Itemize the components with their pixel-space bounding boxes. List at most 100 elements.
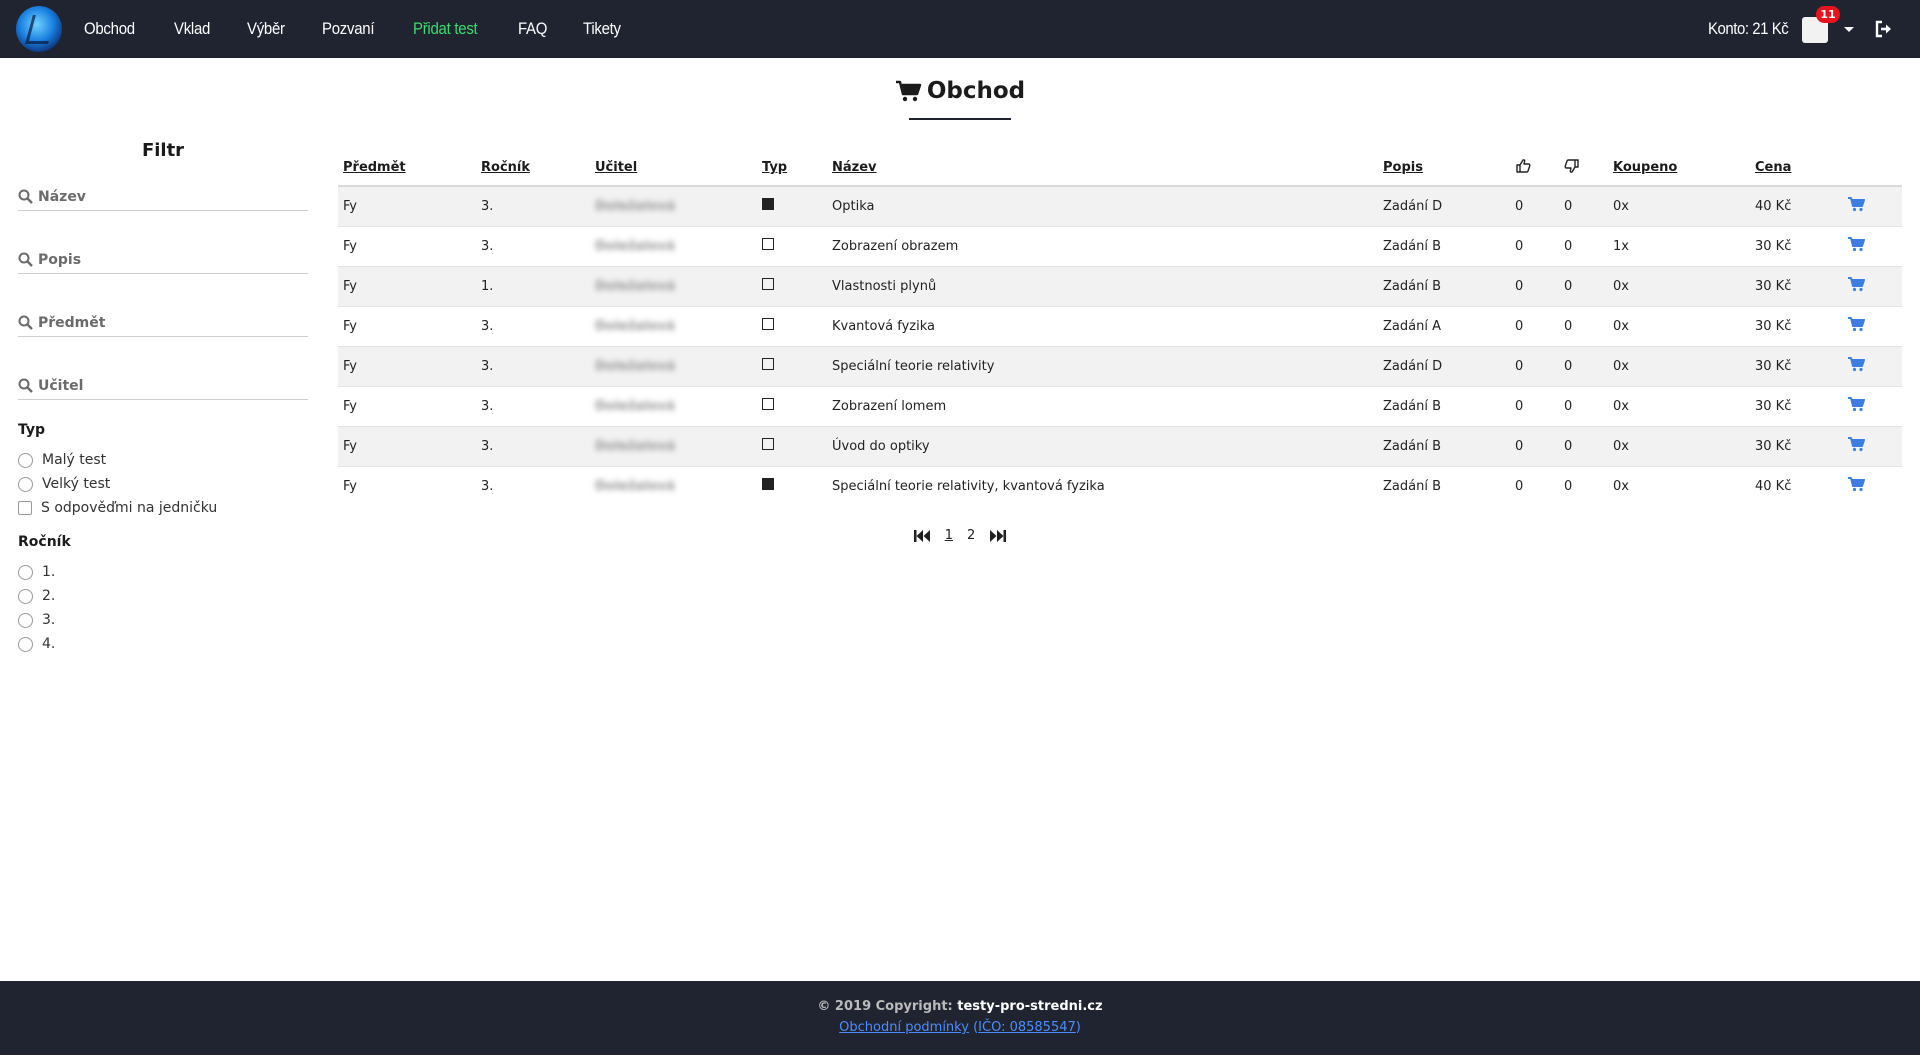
col-header-price[interactable]: Cena xyxy=(1750,150,1842,187)
answers-checkbox-option[interactable]: S odpověďmi na jedničku xyxy=(18,496,308,520)
col-header-type[interactable]: Typ xyxy=(757,150,827,187)
col-header-dislikes[interactable] xyxy=(1559,150,1608,187)
nav-link-faq[interactable]: FAQ xyxy=(518,19,547,39)
add-to-cart-icon[interactable] xyxy=(1847,276,1865,292)
radio-button[interactable] xyxy=(18,476,33,492)
grade-option-4[interactable]: 4. xyxy=(18,632,308,656)
thumbs-down-icon[interactable] xyxy=(1564,158,1580,174)
notification-badge: 11 xyxy=(1816,6,1840,23)
small-test-icon xyxy=(762,438,774,450)
grade-option-3[interactable]: 3. xyxy=(18,608,308,632)
type-option-small[interactable]: Malý test xyxy=(18,448,308,472)
option-label: 2. xyxy=(42,588,56,604)
user-menu[interactable]: 11 xyxy=(1802,6,1840,43)
thumbs-up-icon[interactable] xyxy=(1515,158,1531,174)
grade-option-1[interactable]: 1. xyxy=(18,560,308,584)
subject-filter-input[interactable] xyxy=(38,314,278,331)
cell-description: Zadání B xyxy=(1378,265,1510,306)
type-option-large[interactable]: Velký test xyxy=(18,472,308,496)
ico-link[interactable]: IČO: 08585547 xyxy=(978,1020,1076,1035)
close-paren: ) xyxy=(1075,1020,1081,1035)
shop-table-wrap: Předmět Ročník Učitel Typ Název Popis Ko… xyxy=(338,150,1902,506)
cell-teacher: Doležalová xyxy=(590,265,757,306)
nav-link-obchod[interactable]: Obchod xyxy=(84,19,135,39)
add-to-cart-icon[interactable] xyxy=(1847,436,1865,452)
add-to-cart-icon[interactable] xyxy=(1847,316,1865,332)
cell-price: 30 Kč xyxy=(1750,385,1842,426)
small-test-icon xyxy=(762,358,774,370)
col-header-description[interactable]: Popis xyxy=(1378,150,1510,187)
teacher-name-blurred: Doležalová xyxy=(595,358,675,374)
table-header-row: Předmět Ročník Učitel Typ Název Popis Ko… xyxy=(338,150,1902,187)
small-test-icon xyxy=(762,398,774,410)
add-to-cart-icon[interactable] xyxy=(1847,196,1865,212)
cell-type xyxy=(757,305,827,346)
cell-name: Speciální teorie relativity, kvantová fy… xyxy=(827,465,1378,506)
teacher-name-blurred: Doležalová xyxy=(595,398,675,414)
first-page-icon[interactable] xyxy=(913,529,931,543)
cell-type xyxy=(757,225,827,266)
search-icon xyxy=(18,315,33,330)
radio-button[interactable] xyxy=(18,636,33,652)
table-row: Fy 3. Doležalová Speciální teorie relativit… xyxy=(338,345,1902,386)
col-header-bought[interactable]: Koupeno xyxy=(1608,150,1750,187)
page-1-link[interactable]: 1 xyxy=(945,528,953,543)
cell-likes: 0 xyxy=(1510,425,1559,466)
name-filter-input[interactable] xyxy=(38,188,278,205)
search-icon xyxy=(18,189,33,204)
site-logo[interactable] xyxy=(16,6,62,52)
radio-button[interactable] xyxy=(18,588,33,604)
nav-link-pridat-test[interactable]: Přidat test xyxy=(413,19,478,39)
add-to-cart-icon[interactable] xyxy=(1847,396,1865,412)
cell-grade: 3. xyxy=(476,225,590,266)
cell-grade: 3. xyxy=(476,385,590,426)
cell-grade: 1. xyxy=(476,265,590,306)
grade-option-2[interactable]: 2. xyxy=(18,584,308,608)
cell-name: Vlastnosti plynů xyxy=(827,265,1378,306)
name-filter xyxy=(18,183,308,211)
table-row: Fy 1. Doležalová Vlastnosti plynů Zadání B00… xyxy=(338,265,1902,306)
radio-button[interactable] xyxy=(18,452,33,468)
table-row: Fy 3. Doležalová Kvantová fyzika Zadání A000… xyxy=(338,305,1902,346)
cell-price: 30 Kč xyxy=(1750,265,1842,306)
nav-link-vyber[interactable]: Výběr xyxy=(247,19,285,39)
teacher-filter xyxy=(18,372,308,400)
add-to-cart-icon[interactable] xyxy=(1847,476,1865,492)
nav-link-vklad[interactable]: Vklad xyxy=(174,19,210,39)
description-filter-input[interactable] xyxy=(38,251,278,268)
cell-subject: Fy xyxy=(338,265,476,306)
nav-link-tikety[interactable]: Tikety xyxy=(583,19,621,39)
terms-link[interactable]: Obchodní podmínky xyxy=(839,1020,969,1035)
checkbox[interactable] xyxy=(18,501,32,515)
cell-teacher: Doležalová xyxy=(590,465,757,506)
top-navbar: Obchod Vklad Výběr Pozvaní Přidat test F… xyxy=(0,0,1920,58)
logout-icon[interactable] xyxy=(1874,19,1894,39)
cell-dislikes: 0 xyxy=(1559,265,1608,306)
add-to-cart-icon[interactable] xyxy=(1847,236,1865,252)
col-header-subject[interactable]: Předmět xyxy=(338,150,476,187)
last-page-icon[interactable] xyxy=(989,529,1007,543)
filter-title: Filtr xyxy=(141,140,185,161)
teacher-filter-input[interactable] xyxy=(38,377,278,394)
col-header-grade[interactable]: Ročník xyxy=(476,150,590,187)
col-header-name[interactable]: Název xyxy=(827,150,1378,187)
table-row: Fy 3. Doležalová Úvod do optiky Zadání B 0 0 0x… xyxy=(338,425,1902,466)
cell-cart xyxy=(1842,265,1902,306)
radio-button[interactable] xyxy=(18,564,33,580)
page-2-link[interactable]: 2 xyxy=(967,528,975,543)
cell-dislikes: 0 xyxy=(1559,225,1608,266)
nav-link-pozvani[interactable]: Pozvaní xyxy=(322,19,374,39)
col-header-likes[interactable] xyxy=(1510,150,1559,187)
large-test-icon xyxy=(762,198,774,211)
cart-icon xyxy=(895,80,922,102)
add-to-cart-icon[interactable] xyxy=(1847,356,1865,372)
small-test-icon xyxy=(762,318,774,330)
cell-type xyxy=(757,345,827,386)
col-header-teacher[interactable]: Učitel xyxy=(590,150,757,187)
cell-cart xyxy=(1842,225,1902,266)
radio-button[interactable] xyxy=(18,612,33,628)
cell-teacher: Doležalová xyxy=(590,385,757,426)
table-body: Fy 3. Doležalová Optika Zadání D 0 0 0x 40 Kč Fy 3… xyxy=(338,185,1902,506)
caret-down-icon[interactable] xyxy=(1844,26,1854,32)
type-group-title: Typ xyxy=(18,422,46,438)
